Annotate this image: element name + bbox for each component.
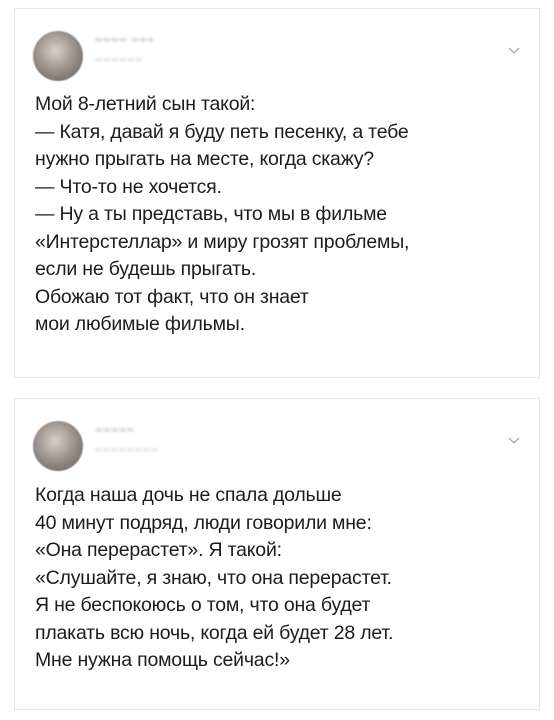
tweet-line: «Она перерастет». Я такой: [35, 539, 282, 561]
author-name[interactable]: ~~~~ ~~~ [95, 33, 155, 47]
chevron-down-icon[interactable] [507, 43, 521, 57]
tweet-line: Мне нужна помощь сейчас!» [35, 649, 290, 671]
avatar[interactable] [33, 421, 83, 471]
tweet-line: Я не беспокоюсь о том, что она будет [35, 594, 371, 616]
tweet-line: нужно прыгать на месте, когда скажу? [35, 148, 374, 170]
tweet-line: «Слушайте, я знаю, что она перерастет. [35, 566, 392, 589]
author-handle[interactable]: ~~~~~~ [95, 53, 143, 67]
tweet-line: мои любимые фильмы. [35, 313, 245, 335]
tweet-line: — Что-то не хочется. [35, 175, 222, 198]
tweet-line: Мой 8-летний сын такой: [35, 93, 256, 115]
tweet-line: — Катя, давай я буду петь песенку, а теб… [35, 120, 409, 143]
author-name[interactable]: ~~~~~ [95, 423, 135, 437]
tweet-text: Когда наша дочь не спала дольше 40 минут… [35, 482, 521, 675]
tweet-line: если не будешь прыгать. [35, 258, 257, 280]
tweet-line: «Интерстеллар» и миру грозят проблемы, [35, 230, 410, 253]
tweet-line: Обожаю тот факт, что он знает [35, 285, 309, 308]
tweet-line: Когда наша дочь не спала дольше [35, 484, 342, 506]
tweet-text: Мой 8-летний сын такой: — Катя, давай я … [35, 91, 521, 339]
chevron-down-icon[interactable] [507, 433, 521, 447]
tweet-card: ~~~~ ~~~ ~~~~~~ Мой 8-летний сын такой: … [14, 8, 540, 378]
avatar[interactable] [33, 31, 83, 81]
tweet-line: плакать всю ночь, когда ей будет 28 лет. [35, 621, 394, 644]
tweet-line: — Ну а ты представь, что мы в фильме [35, 203, 387, 225]
tweet-card: ~~~~~ ~~~~~~~~ Когда наша дочь не спала … [14, 398, 540, 710]
tweet-line: 40 минут подряд, люди говорили мне: [35, 511, 372, 534]
author-handle[interactable]: ~~~~~~~~ [95, 443, 159, 457]
